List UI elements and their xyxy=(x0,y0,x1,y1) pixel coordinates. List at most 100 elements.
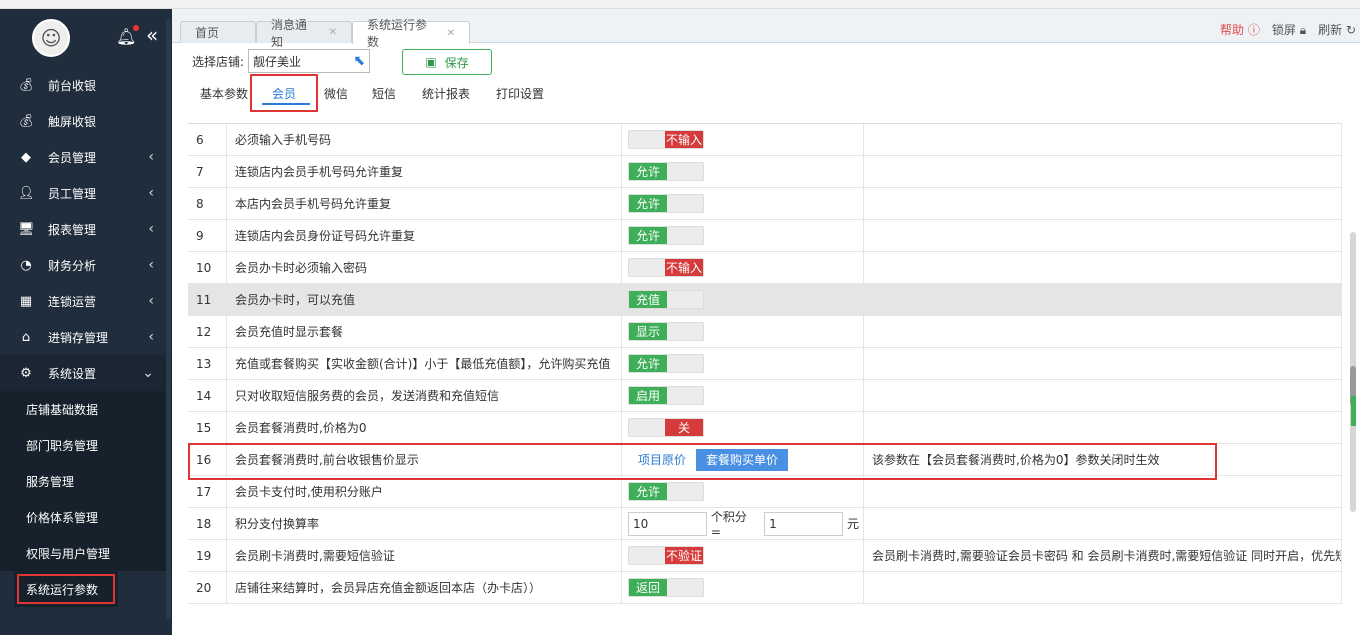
sidebar-item-label: 报表管理 xyxy=(48,222,97,237)
sidebar-subitem[interactable]: 价格体系管理 xyxy=(0,499,172,535)
gear-icon: ⚙ xyxy=(20,365,32,381)
yuan-input[interactable]: 1 xyxy=(764,511,843,536)
chevron-icon: ⌄ xyxy=(142,365,154,381)
sidebar-subitem[interactable]: 部门职务管理 xyxy=(0,427,172,463)
toggle-switch[interactable]: 不输入 xyxy=(628,258,704,277)
toggle-switch[interactable]: 充值 xyxy=(628,290,704,309)
subtab-print[interactable]: 打印设置 xyxy=(496,85,544,102)
param-name: 连锁店内会员手机号码允许重复 xyxy=(226,156,621,187)
sidebar-item[interactable]: ◆ 会员管理 ‹ xyxy=(0,139,172,175)
save-label: 保存 xyxy=(444,55,469,70)
toggle-off-label: 关 xyxy=(665,419,703,436)
row-number: 10 xyxy=(196,260,212,275)
sidebar-item[interactable]: 🖥︎ 报表管理 ‹ xyxy=(0,211,172,247)
building-icon: ▦ xyxy=(19,293,33,309)
pointer-icon[interactable]: ⬉ xyxy=(353,53,365,69)
sidebar-subitem[interactable]: 店铺基础数据 xyxy=(0,391,172,427)
close-icon[interactable]: ✕ xyxy=(447,28,455,39)
sidebar-item[interactable]: ⌂ 进销存管理 ‹ xyxy=(0,319,172,355)
row-number: 19 xyxy=(196,548,212,563)
toggle-on-label: 允许 xyxy=(629,163,667,180)
subtab-sms[interactable]: 短信 xyxy=(372,85,396,102)
sidebar-subitem[interactable]: 服务管理 xyxy=(0,463,172,499)
sidebar-item[interactable]: 💰︎ 触屏收银 xyxy=(0,103,172,139)
toggle-on-label: 允许 xyxy=(629,227,667,244)
user-icon: 👤︎ xyxy=(18,185,35,201)
tab-bar: 首页 消息通知 ✕ 系统运行参数 ✕ 帮助 ⓘ 锁屏 🔒︎ 刷新 ↻ xyxy=(172,9,1360,49)
subtab-reports[interactable]: 统计报表 xyxy=(422,85,470,102)
param-name: 会员充值时显示套餐 xyxy=(226,316,621,347)
sidebar-item-label: 触屏收银 xyxy=(48,114,97,129)
tab-tools: 帮助 ⓘ 锁屏 🔒︎ 刷新 ↻ xyxy=(1220,21,1356,38)
toggle-switch[interactable]: 允许 xyxy=(628,354,704,373)
chevron-icon: ‹ xyxy=(148,293,154,309)
param-value: 10 个积分 = 1 元 xyxy=(621,508,863,539)
save-button[interactable]: ▣ 保存 xyxy=(402,49,492,75)
toggle-switch[interactable]: 显示 xyxy=(628,322,704,341)
chevron-icon: ‹ xyxy=(148,329,154,345)
sidebar-item[interactable]: ▦ 连锁运营 ‹ xyxy=(0,283,172,319)
param-note xyxy=(863,124,1342,155)
param-note xyxy=(863,412,1342,443)
param-value: 返回 xyxy=(621,572,863,603)
chevron-icon: ‹ xyxy=(148,185,154,201)
toggle-on-label: 允许 xyxy=(629,483,667,500)
sidebar-header: ☺ 🔔︎ « xyxy=(0,9,172,67)
refresh-button[interactable]: 刷新 ↻ xyxy=(1318,21,1356,38)
row-number: 14 xyxy=(196,388,212,403)
tab-home[interactable]: 首页 xyxy=(180,21,256,43)
sidebar-scrollbar[interactable] xyxy=(166,19,171,619)
toggle-switch[interactable]: 启用 xyxy=(628,386,704,405)
points-input[interactable]: 10 xyxy=(628,511,707,536)
param-note xyxy=(863,316,1342,347)
toggle-switch[interactable]: 允许 xyxy=(628,162,704,181)
param-note xyxy=(863,572,1342,603)
row-number: 18 xyxy=(196,516,212,531)
tab-notifications[interactable]: 消息通知 ✕ xyxy=(256,18,352,49)
sidebar-item[interactable]: 👤︎ 员工管理 ‹ xyxy=(0,175,172,211)
param-value: 启用 xyxy=(621,380,863,411)
toggle-switch[interactable]: 不输入 xyxy=(628,130,704,149)
param-note xyxy=(863,380,1342,411)
table-row: 13 充值或套餐购买【实收金额(合计)】小于【最低充值额】，允许购买充值 允许 xyxy=(188,348,1342,380)
table-row: 10 会员办卡时必须输入密码 不输入 xyxy=(188,252,1342,284)
param-note xyxy=(863,476,1342,507)
toggle-switch[interactable]: 允许 xyxy=(628,482,704,501)
sidebar-subitem[interactable]: 系统运行参数 xyxy=(14,571,118,607)
param-value: 允许 xyxy=(621,348,863,379)
sidebar-item[interactable]: ◔ 财务分析 ‹ xyxy=(0,247,172,283)
table-row: 18 积分支付换算率 10 个积分 = 1 元 xyxy=(188,508,1342,540)
help-button[interactable]: 帮助 ⓘ xyxy=(1220,21,1260,38)
close-icon[interactable]: ✕ xyxy=(329,27,337,38)
param-name: 店铺往来结算时，会员异店充值金额返回本店（办卡店）） xyxy=(226,572,621,603)
sidebar-subitem[interactable]: 权限与用户管理 xyxy=(0,535,172,571)
toggle-switch[interactable]: 返回 xyxy=(628,578,704,597)
sidebar-item-label: 前台收银 xyxy=(48,78,97,93)
toggle-switch[interactable]: 允许 xyxy=(628,226,704,245)
toggle-off-label: 不验证 xyxy=(665,547,703,564)
collapse-sidebar-icon[interactable]: « xyxy=(146,23,158,47)
param-note: 会员刷卡消费时,需要验证会员卡密码 和 会员刷卡消费时,需要短信验证 同时开启，… xyxy=(863,540,1342,571)
bell-icon[interactable]: 🔔︎ xyxy=(116,25,140,46)
toggle-on-label: 允许 xyxy=(629,355,667,372)
row-number: 6 xyxy=(196,132,204,147)
lock-screen-button[interactable]: 锁屏 🔒︎ xyxy=(1272,21,1306,38)
toggle-switch[interactable]: 不验证 xyxy=(628,546,704,565)
toggle-on-label: 启用 xyxy=(629,387,667,404)
toggle-switch[interactable]: 允许 xyxy=(628,194,704,213)
tab-system-params[interactable]: 系统运行参数 ✕ xyxy=(352,18,470,49)
row-number: 7 xyxy=(196,164,204,179)
row-number: 15 xyxy=(196,420,212,435)
avatar[interactable]: ☺ xyxy=(32,19,70,57)
param-name: 积分支付换算率 xyxy=(226,508,621,539)
notification-dot xyxy=(133,25,140,31)
subtab-wechat[interactable]: 微信 xyxy=(324,85,348,102)
subtab-basic[interactable]: 基本参数 xyxy=(200,85,248,102)
param-name: 会员刷卡消费时,需要短信验证 xyxy=(226,540,621,571)
table-row: 15 会员套餐消费时,价格为0 关 xyxy=(188,412,1342,444)
sidebar-item[interactable]: 💰︎ 前台收银 xyxy=(0,67,172,103)
toggle-switch[interactable]: 关 xyxy=(628,418,704,437)
store-input[interactable]: 靓仔美业 ⬉ xyxy=(248,49,371,73)
sidebar-item[interactable]: ⚙ 系统设置 ⌄ xyxy=(0,355,172,391)
sidebar-item-label: 财务分析 xyxy=(48,258,97,273)
